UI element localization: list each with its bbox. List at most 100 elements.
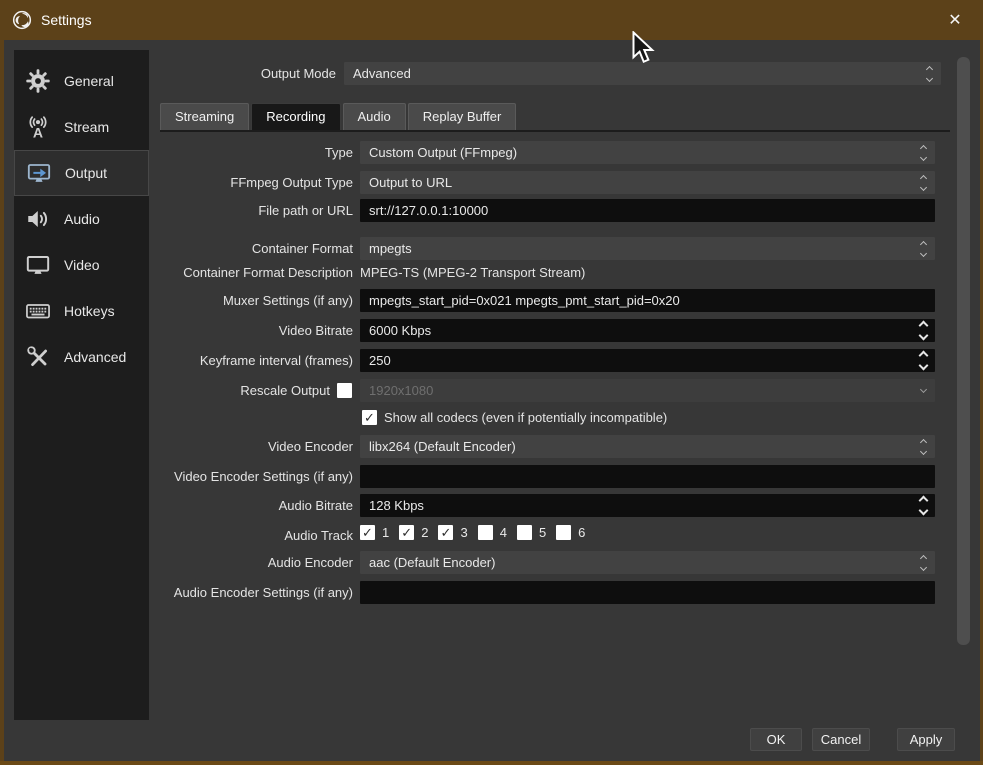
audio-track-1-label: 1 <box>382 525 390 540</box>
output-monitor-icon <box>26 160 52 186</box>
spinner-arrows-icon[interactable] <box>915 494 932 517</box>
audio-track-6: 6 <box>556 525 585 540</box>
output-tabs: Streaming Recording Audio Replay Buffer <box>160 103 517 130</box>
audio-track-3-checkbox[interactable] <box>438 525 454 540</box>
file-path-input[interactable]: srt://127.0.0.1:10000 <box>360 199 935 222</box>
video-encoder-settings-input[interactable] <box>360 465 935 488</box>
spinner-arrows-icon[interactable] <box>921 62 938 85</box>
audio-track-2: 2 <box>399 525 428 540</box>
show-all-codecs-checkbox[interactable] <box>362 410 377 425</box>
video-encoder-label: Video Encoder <box>267 439 353 454</box>
sidebar-item-advanced[interactable]: Advanced <box>14 334 149 380</box>
audio-track-4-label: 4 <box>499 525 507 540</box>
cancel-button[interactable]: Cancel <box>812 728 870 751</box>
rescale-resolution-select: 1920x1080 <box>360 379 935 402</box>
file-path-label: File path or URL <box>258 203 353 218</box>
spinner-arrows-icon[interactable] <box>915 435 932 458</box>
audio-encoder-settings-label: Audio Encoder Settings (if any) <box>173 585 353 600</box>
speaker-icon <box>25 206 51 232</box>
settings-window: Settings ✕ General A Stream Output Audio… <box>0 0 983 765</box>
video-bitrate-label: Video Bitrate <box>278 323 353 338</box>
spinner-arrows-icon[interactable] <box>915 237 932 260</box>
container-format-label: Container Format <box>251 241 353 256</box>
audio-track-2-checkbox[interactable] <box>399 525 415 540</box>
audio-track-5-checkbox[interactable] <box>516 525 532 540</box>
audio-track-4-checkbox[interactable] <box>477 525 493 540</box>
tab-replay-buffer[interactable]: Replay Buffer <box>407 103 517 130</box>
tab-separator <box>160 130 950 132</box>
video-encoder-select[interactable]: libx264 (Default Encoder) <box>360 435 935 458</box>
broadcast-icon: A <box>25 114 51 140</box>
sidebar-item-label: Video <box>64 257 100 273</box>
sidebar-item-hotkeys[interactable]: Hotkeys <box>14 288 149 334</box>
window-title: Settings <box>41 12 92 28</box>
spinner-arrows-icon[interactable] <box>915 141 932 164</box>
sidebar-item-label: General <box>64 73 114 89</box>
output-mode-label: Output Mode <box>260 66 336 81</box>
rescale-output-checkbox[interactable] <box>337 383 352 398</box>
spinner-arrows-icon[interactable] <box>915 171 932 194</box>
muxer-settings-input[interactable]: mpegts_start_pid=0x021 mpegts_pmt_start_… <box>360 289 935 312</box>
audio-track-6-checkbox[interactable] <box>556 525 572 540</box>
video-encoder-value: libx264 (Default Encoder) <box>369 439 516 454</box>
sidebar-item-output[interactable]: Output <box>14 150 149 196</box>
audio-track-5-label: 5 <box>538 525 547 540</box>
audio-bitrate-spinbox[interactable]: 128 Kbps <box>360 494 935 517</box>
spinner-arrows-icon[interactable] <box>915 349 932 372</box>
sidebar-item-audio[interactable]: Audio <box>14 196 149 242</box>
sidebar-item-label: Output <box>65 165 108 181</box>
audio-track-5: 5 <box>516 525 547 540</box>
sidebar-item-stream[interactable]: A Stream <box>14 104 149 150</box>
titlebar[interactable]: Settings <box>0 0 983 40</box>
video-encoder-settings-label: Video Encoder Settings (if any) <box>174 469 353 484</box>
sidebar-item-label: Advanced <box>64 349 127 365</box>
type-select[interactable]: Custom Output (FFmpeg) <box>360 141 935 164</box>
keyframe-interval-spinbox[interactable]: 250 <box>360 349 935 372</box>
tab-recording[interactable]: Recording <box>251 103 341 130</box>
audio-encoder-settings-input[interactable] <box>360 581 935 604</box>
keyframe-interval-value: 250 <box>369 353 391 368</box>
chevron-down-icon <box>915 379 932 402</box>
rescale-resolution-value: 1920x1080 <box>369 383 434 398</box>
spinner-arrows-icon[interactable] <box>915 319 932 342</box>
audio-track-1-checkbox[interactable] <box>360 525 375 540</box>
audio-track-6-label: 6 <box>578 525 586 540</box>
muxer-settings-label: Muxer Settings (if any) <box>222 293 353 308</box>
audio-bitrate-label: Audio Bitrate <box>278 498 353 513</box>
output-mode-value: Advanced <box>353 66 411 81</box>
window-frame-bottom <box>0 761 983 765</box>
audio-track-3-label: 3 <box>460 525 468 540</box>
audio-encoder-select[interactable]: aac (Default Encoder) <box>360 551 935 574</box>
sidebar-item-general[interactable]: General <box>14 58 149 104</box>
tab-streaming[interactable]: Streaming <box>160 103 250 130</box>
rescale-output-label: Rescale Output <box>240 383 330 398</box>
close-button[interactable]: ✕ <box>935 0 975 40</box>
audio-track-2-label: 2 <box>421 525 429 540</box>
sidebar-item-video[interactable]: Video <box>14 242 149 288</box>
show-all-codecs-label: Show all codecs (even if potentially inc… <box>384 410 668 425</box>
spinner-arrows-icon[interactable] <box>915 551 932 574</box>
vertical-scrollbar[interactable] <box>957 57 970 645</box>
container-format-value: mpegts <box>369 241 412 256</box>
ok-button[interactable]: OK <box>750 728 802 751</box>
window-frame-left <box>0 40 4 765</box>
audio-encoder-label: Audio Encoder <box>267 555 353 570</box>
audio-track-1: 1 <box>360 525 389 540</box>
container-format-select[interactable]: mpegts <box>360 237 935 260</box>
audio-encoder-value: aac (Default Encoder) <box>369 555 496 570</box>
output-mode-select[interactable]: Advanced <box>344 62 941 85</box>
container-format-description-label: Container Format Description <box>183 265 353 280</box>
audio-track-4: 4 <box>477 525 507 540</box>
audio-track-3: 3 <box>438 525 468 540</box>
settings-sidebar: General A Stream Output Audio Video Hotk… <box>14 50 149 720</box>
apply-button[interactable]: Apply <box>897 728 955 751</box>
ffmpeg-output-type-value: Output to URL <box>369 175 453 190</box>
sidebar-item-label: Stream <box>64 119 110 135</box>
audio-track-label: Audio Track <box>284 528 353 543</box>
video-bitrate-value: 6000 Kbps <box>369 323 432 338</box>
file-path-value: srt://127.0.0.1:10000 <box>369 203 489 218</box>
ffmpeg-output-type-select[interactable]: Output to URL <box>360 171 935 194</box>
ffmpeg-output-type-label: FFmpeg Output Type <box>230 175 353 190</box>
tab-audio[interactable]: Audio <box>342 103 406 130</box>
video-bitrate-spinbox[interactable]: 6000 Kbps <box>360 319 935 342</box>
